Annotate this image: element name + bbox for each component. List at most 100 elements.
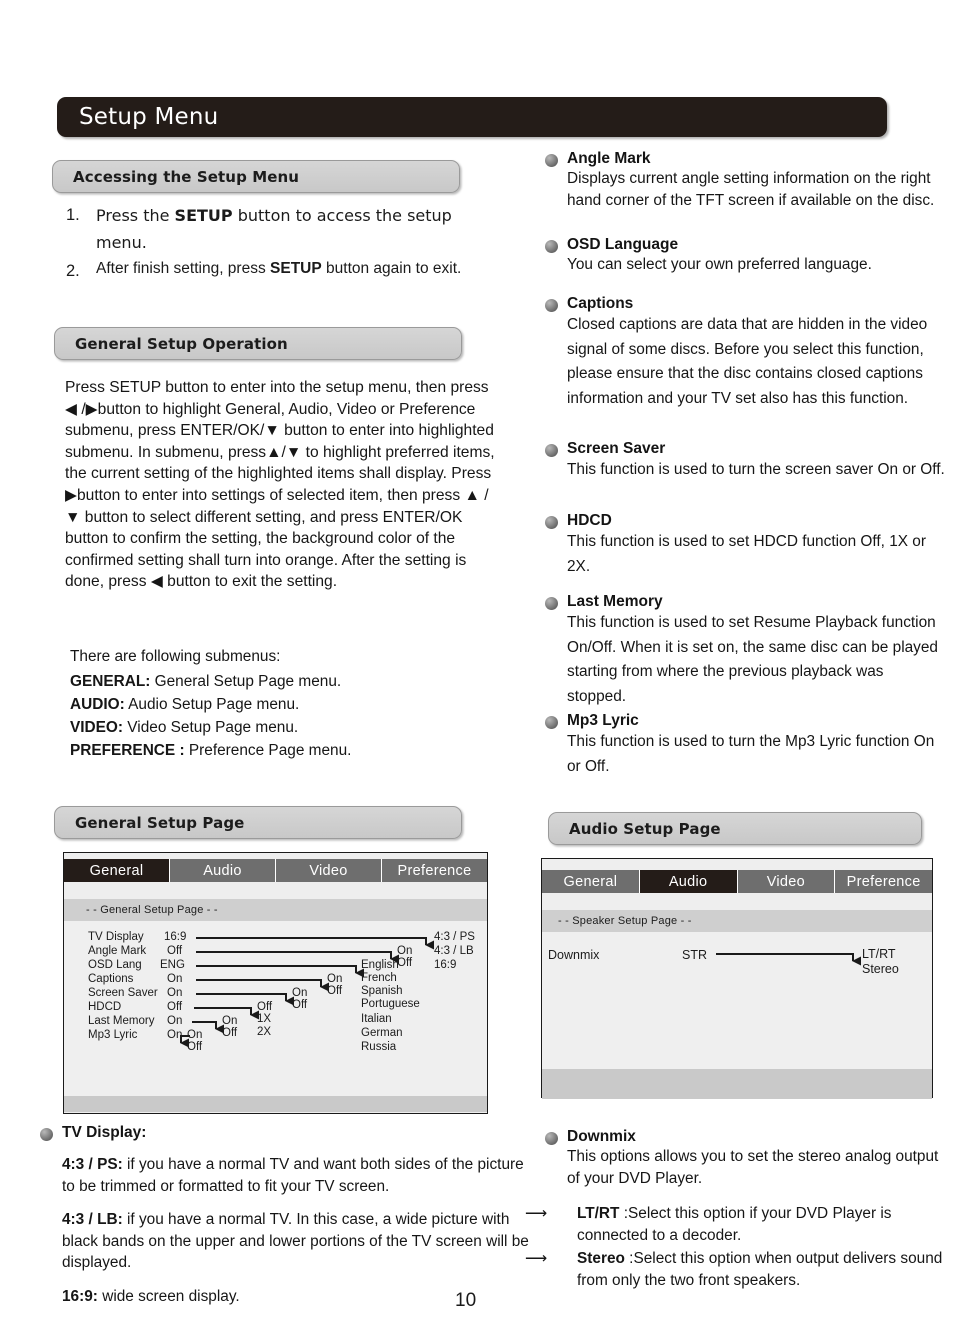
general-setup-operation-paragraph: Press SETUP button to enter into the set… bbox=[65, 379, 495, 591]
option-value: Italian bbox=[361, 1013, 392, 1025]
bullet-heading: Last Memory bbox=[545, 593, 945, 611]
option-value: Spanish bbox=[361, 985, 403, 997]
bullet-body: Closed captions are data that are hidden… bbox=[567, 316, 928, 407]
option-value: Off bbox=[327, 985, 343, 997]
submenu-list-lead: There are following submenus: bbox=[70, 648, 281, 665]
bullet-sphere-icon bbox=[545, 299, 558, 312]
setting-label: Mp3 Lyric bbox=[88, 1029, 138, 1041]
setting-value: On bbox=[167, 1015, 183, 1027]
option-value: LT/RT bbox=[862, 947, 896, 961]
note-paragraph: 4:3 / PS: if you have a normal TV and wa… bbox=[62, 1156, 524, 1195]
tab-audio[interactable]: Audio bbox=[639, 870, 738, 893]
bullet-title: HDCD bbox=[567, 512, 612, 529]
general-screen-body: TV Display 16:9 Angle Mark Off OSD Lang … bbox=[64, 921, 487, 1096]
page-title-bar: Setup Menu bbox=[57, 97, 887, 137]
note-paragraph: 4:3 / LB: if you have a normal TV. In th… bbox=[62, 1211, 529, 1271]
audio-screen-tabs: General Audio Video Preference bbox=[542, 870, 932, 893]
option-value: 4:3 / PS bbox=[434, 931, 475, 943]
setting-value: On bbox=[167, 1029, 183, 1041]
bullet-sphere-icon bbox=[545, 597, 558, 610]
setting-label: Screen Saver bbox=[88, 987, 158, 999]
option-value: English bbox=[361, 959, 399, 971]
setting-label: Last Memory bbox=[88, 1015, 155, 1027]
option-value: German bbox=[361, 1027, 403, 1039]
bullet-screen-saver: Screen Saver This function is used to tu… bbox=[545, 440, 945, 483]
list-item: GENERAL: General Setup Page menu. bbox=[70, 673, 342, 690]
accessing-steps-list: 1. Press the SETUP button to access the … bbox=[60, 202, 490, 284]
bullet-title: Captions bbox=[567, 295, 634, 312]
section-header-general-setup-operation: General Setup Operation bbox=[54, 327, 462, 360]
option-value: French bbox=[361, 972, 397, 984]
option-value: Off bbox=[222, 1027, 238, 1039]
note-title: TV Display: bbox=[62, 1124, 147, 1141]
manual-page: Setup Menu Accessing the Setup Menu 1. P… bbox=[0, 0, 954, 1344]
bullet-heading: Screen Saver bbox=[545, 440, 945, 458]
option-value: 16:9 bbox=[434, 959, 457, 971]
option-value: 1X bbox=[257, 1013, 272, 1025]
note-title: Downmix bbox=[567, 1128, 636, 1145]
tab-preference[interactable]: Preference bbox=[382, 859, 487, 882]
list-item: AUDIO: Audio Setup Page menu. bbox=[70, 696, 300, 713]
bullet-last-memory: Last Memory This function is used to set… bbox=[545, 593, 945, 709]
bullet-title: Screen Saver bbox=[567, 440, 666, 457]
bullet-body: This function is used to set Resume Play… bbox=[567, 614, 938, 705]
list-item: VIDEO: Video Setup Page menu. bbox=[70, 719, 299, 736]
bullet-mp3-lyric: Mp3 Lyric This function is used to turn … bbox=[545, 712, 945, 779]
tab-video[interactable]: Video bbox=[737, 870, 836, 893]
section-header-label: Accessing the Setup Menu bbox=[73, 167, 300, 186]
bullet-hdcd: HDCD This function is used to set HDCD f… bbox=[545, 512, 945, 579]
setting-label: Downmix bbox=[548, 948, 600, 962]
option-value: Off bbox=[187, 1041, 203, 1053]
tab-audio[interactable]: Audio bbox=[170, 859, 276, 882]
bullet-angle-mark: Angle Mark Displays current angle settin… bbox=[545, 150, 945, 211]
right-arrow-icon: ⟶ bbox=[525, 1205, 548, 1222]
setting-label: HDCD bbox=[88, 1001, 122, 1013]
tab-general[interactable]: General bbox=[64, 859, 170, 882]
screen-top-strip bbox=[542, 859, 932, 870]
setting-label: OSD Lang bbox=[88, 959, 142, 971]
step-text: After finish setting, press SETUP button… bbox=[96, 260, 462, 277]
section-header-audio-setup-page: Audio Setup Page bbox=[548, 812, 922, 845]
screen-footer-strip bbox=[542, 1069, 932, 1099]
audio-screen-subtitle: - - Speaker Setup Page - - bbox=[542, 910, 932, 932]
bullet-sphere-icon bbox=[545, 240, 558, 253]
bullet-body: This function is used to turn the screen… bbox=[567, 461, 945, 478]
bullet-osd-language: OSD Language You can select your own pre… bbox=[545, 236, 945, 276]
screen-spacer bbox=[542, 893, 932, 910]
section-header-label: General Setup Operation bbox=[75, 334, 288, 353]
tab-video[interactable]: Video bbox=[276, 859, 382, 882]
option-value: Russia bbox=[361, 1041, 397, 1053]
setting-value: ENG bbox=[160, 959, 185, 971]
right-arrow-icon: ⟶ bbox=[525, 1250, 548, 1267]
note-tv-display: TV Display: 4:3 / PS: if you have a norm… bbox=[40, 1124, 535, 1307]
note-downmix: Downmix This options allows you to set t… bbox=[525, 1128, 950, 1291]
option-value: 4:3 / LB bbox=[434, 945, 474, 957]
bullet-sphere-icon bbox=[545, 716, 558, 729]
audio-setup-screen: General Audio Video Preference - - Speak… bbox=[541, 858, 933, 1099]
setting-value: STR bbox=[682, 948, 707, 962]
page-number: 10 bbox=[455, 1290, 477, 1311]
list-item: PREFERENCE : Preference Page menu. bbox=[70, 742, 352, 759]
tab-preference[interactable]: Preference bbox=[835, 870, 932, 893]
bullet-heading: OSD Language bbox=[545, 236, 945, 254]
setting-value: On bbox=[167, 987, 183, 999]
bullet-title: Angle Mark bbox=[567, 150, 651, 167]
bullet-captions: Captions Closed captions are data that a… bbox=[545, 295, 945, 411]
tab-general[interactable]: General bbox=[542, 870, 640, 893]
bullet-heading: Angle Mark bbox=[545, 150, 945, 168]
bullet-sphere-icon bbox=[40, 1128, 53, 1141]
bullet-title: Last Memory bbox=[567, 593, 663, 610]
general-screen-tabs: General Audio Video Preference bbox=[64, 859, 487, 882]
setting-value: On bbox=[167, 973, 183, 985]
bullet-title: OSD Language bbox=[567, 236, 679, 253]
step-text: Press the SETUP button to access the set… bbox=[96, 206, 452, 252]
screen-spacer bbox=[64, 882, 487, 899]
general-setup-screen: General Audio Video Preference - - Gener… bbox=[63, 852, 488, 1114]
list-item: 1. Press the SETUP button to access the … bbox=[60, 202, 490, 256]
bullet-sphere-icon bbox=[545, 516, 558, 529]
step-number: 1. bbox=[66, 206, 80, 224]
setting-label: Angle Mark bbox=[88, 945, 147, 957]
setting-value: Off bbox=[167, 945, 183, 957]
setting-value: 16:9 bbox=[164, 931, 187, 943]
option-value: 2X bbox=[257, 1026, 272, 1038]
